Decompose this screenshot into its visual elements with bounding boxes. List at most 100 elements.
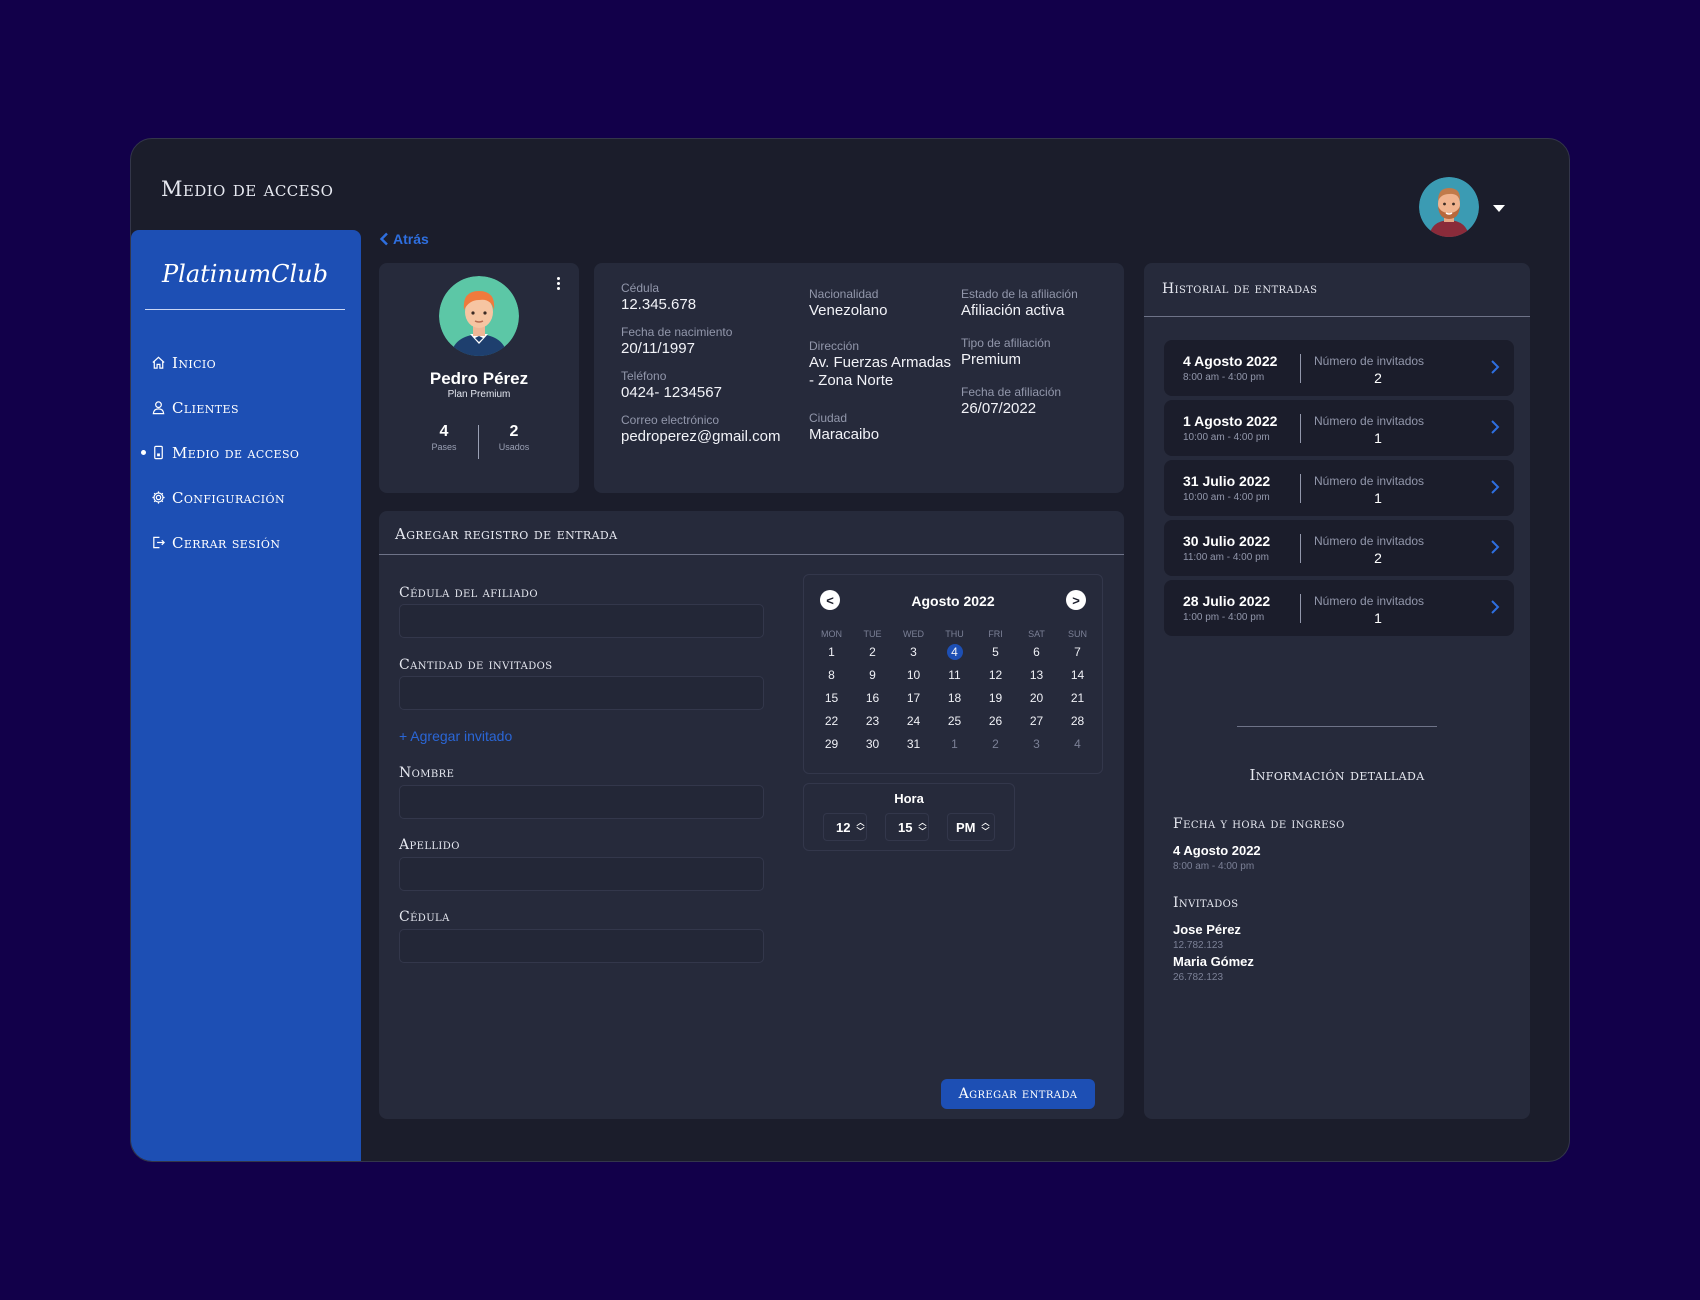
field-nacionalidad: Nacionalidad Venezolano <box>809 287 887 320</box>
field-label: Fecha de afiliación <box>961 385 1062 399</box>
next-month-button[interactable]: > <box>1066 590 1086 610</box>
calendar-day[interactable]: 8 <box>811 666 852 685</box>
calendar-day[interactable]: 9 <box>852 666 893 685</box>
used-count: 2 <box>509 423 519 440</box>
history-item[interactable]: 4 Agosto 2022 8:00 am - 4:00 pm Número de … <box>1164 340 1514 396</box>
apellido-input[interactable] <box>399 857 764 891</box>
field-estado-afiliacion: Estado de la afiliación Afiliación activ… <box>961 287 1078 320</box>
calendar-day[interactable]: 16 <box>852 689 893 708</box>
sidebar-item-cerrar-sesion[interactable]: Cerrar sesión <box>151 520 351 565</box>
account-dropdown-caret-icon[interactable] <box>1493 205 1505 212</box>
calendar-day[interactable]: 29 <box>811 735 852 754</box>
sidebar-item-medio-de-acceso[interactable]: Medio de acceso <box>141 430 351 475</box>
calendar-day[interactable]: 15 <box>811 689 852 708</box>
field-value: Venezolano <box>809 302 888 319</box>
cedula-input[interactable] <box>399 929 764 963</box>
calendar-day[interactable]: 10 <box>893 666 934 685</box>
calendar-day[interactable]: 26 <box>975 712 1016 731</box>
calendar-day[interactable]: 31 <box>893 735 934 754</box>
guest-id: 26.782.123 <box>1173 972 1224 983</box>
calendar-day[interactable]: 12 <box>975 666 1016 685</box>
stepper-arrows-icon[interactable]: ︿ ﹀ <box>918 818 926 836</box>
add-entry-button[interactable]: Agregar entrada <box>941 1079 1095 1109</box>
period-value: PM <box>956 819 976 835</box>
nombre-label: Nombre <box>399 765 455 781</box>
date-picker: < Agosto 2022 > MON TUE WED THU FRI SAT … <box>803 574 1103 774</box>
calendar-day[interactable]: 18 <box>934 689 975 708</box>
history-item[interactable]: 30 Julio 2022 11:00 am - 4:00 pm Número de… <box>1164 520 1514 576</box>
stepper-arrows-icon[interactable]: ︿ ﹀ <box>982 818 990 836</box>
nombre-input[interactable] <box>399 785 764 819</box>
calendar-day[interactable]: 19 <box>975 689 1016 708</box>
calendar-day-selected[interactable]: 4 <box>934 643 975 662</box>
weekday-label: FRI <box>988 629 1003 639</box>
calendar-day[interactable]: 27 <box>1016 712 1057 731</box>
history-item[interactable]: 28 Julio 2022 1:00 pm - 4:00 pm Número de … <box>1164 580 1514 636</box>
weekday-label: THU <box>945 629 964 639</box>
calendar-day[interactable]: 13 <box>1016 666 1057 685</box>
calendar-day[interactable]: 2 <box>975 735 1016 754</box>
cantidad-invitados-input[interactable] <box>399 676 764 710</box>
profile-name: Pedro Pérez <box>429 369 529 388</box>
chevron-right-icon[interactable] <box>1490 539 1500 555</box>
chevron-right-icon[interactable] <box>1490 359 1500 375</box>
calendar-day[interactable]: 2 <box>852 643 893 662</box>
field-label: Estado de la afiliación <box>961 287 1078 301</box>
field-value: Premium <box>961 351 1022 368</box>
cedula-afiliado-label: Cédula del afiliado <box>399 585 538 601</box>
field-cedula: Cédula 12.345.678 <box>621 281 696 314</box>
more-options-icon[interactable] <box>555 277 561 293</box>
sidebar-item-clientes[interactable]: Clientes <box>151 385 351 430</box>
calendar-day[interactable]: 11 <box>934 666 975 685</box>
calendar-day[interactable]: 20 <box>1016 689 1057 708</box>
cedula-label: Cédula <box>399 909 450 925</box>
hour-stepper[interactable]: 12 ︿ ﹀ <box>823 813 867 841</box>
chevron-left-icon <box>379 232 388 246</box>
calendar-day[interactable]: 7 <box>1057 643 1098 662</box>
weekday-label: SUN <box>1067 629 1087 639</box>
guests-count: 2 <box>1374 370 1382 386</box>
minute-stepper[interactable]: 15 ︿ ﹀ <box>885 813 929 841</box>
stepper-arrows-icon[interactable]: ︿ ﹀ <box>856 818 864 836</box>
calendar-day[interactable]: 17 <box>893 689 934 708</box>
guest-name: Jose Pérez <box>1173 922 1241 937</box>
history-separator <box>1300 594 1301 623</box>
cedula-afiliado-input[interactable] <box>399 604 764 638</box>
phone-icon <box>154 445 163 460</box>
guests-label: Número de invitados <box>1314 474 1425 488</box>
calendar-day[interactable]: 3 <box>893 643 934 662</box>
calendar-day[interactable]: 25 <box>934 712 975 731</box>
calendar-day[interactable]: 24 <box>893 712 934 731</box>
add-entry-title: Agregar registro de entrada <box>395 525 618 543</box>
calendar-day[interactable]: 22 <box>811 712 852 731</box>
add-guest-link[interactable]: + Agregar invitado <box>399 728 512 744</box>
sidebar-item-configuracion[interactable]: Configuración <box>151 475 351 520</box>
calendar-day[interactable]: 5 <box>975 643 1016 662</box>
calendar-week-row: 15 16 17 18 19 20 21 <box>811 689 1098 708</box>
chevron-right-icon[interactable] <box>1490 419 1500 435</box>
calendar-day[interactable]: 1 <box>934 735 975 754</box>
chevron-right-icon[interactable] <box>1490 479 1500 495</box>
history-item[interactable]: 1 Agosto 2022 10:00 am - 4:00 pm Número de… <box>1164 400 1514 456</box>
period-stepper[interactable]: PM ︿ ﹀ <box>947 813 995 841</box>
calendar-day[interactable]: 14 <box>1057 666 1098 685</box>
field-label: Nacionalidad <box>809 287 879 301</box>
chevron-right-icon[interactable] <box>1490 599 1500 615</box>
calendar-day[interactable]: 3 <box>1016 735 1057 754</box>
calendar-day[interactable]: 1 <box>811 643 852 662</box>
used-label: Usados <box>498 442 530 452</box>
calendar-day[interactable]: 23 <box>852 712 893 731</box>
calendar-day[interactable]: 28 <box>1057 712 1098 731</box>
logo-divider <box>145 309 345 310</box>
sidebar-item-label: Configuración <box>172 488 285 507</box>
calendar-day[interactable]: 6 <box>1016 643 1057 662</box>
passes-count: 4 <box>439 423 449 440</box>
history-item[interactable]: 31 Julio 2022 10:00 am - 4:00 pm Número de… <box>1164 460 1514 516</box>
user-avatar[interactable] <box>1419 177 1479 237</box>
sidebar-nav: Inicio Clientes Medio de acceso Configur… <box>141 340 351 565</box>
sidebar-item-inicio[interactable]: Inicio <box>151 340 351 385</box>
calendar-day[interactable]: 21 <box>1057 689 1098 708</box>
back-link[interactable]: Atrás <box>379 231 429 247</box>
calendar-day[interactable]: 4 <box>1057 735 1098 754</box>
calendar-day[interactable]: 30 <box>852 735 893 754</box>
